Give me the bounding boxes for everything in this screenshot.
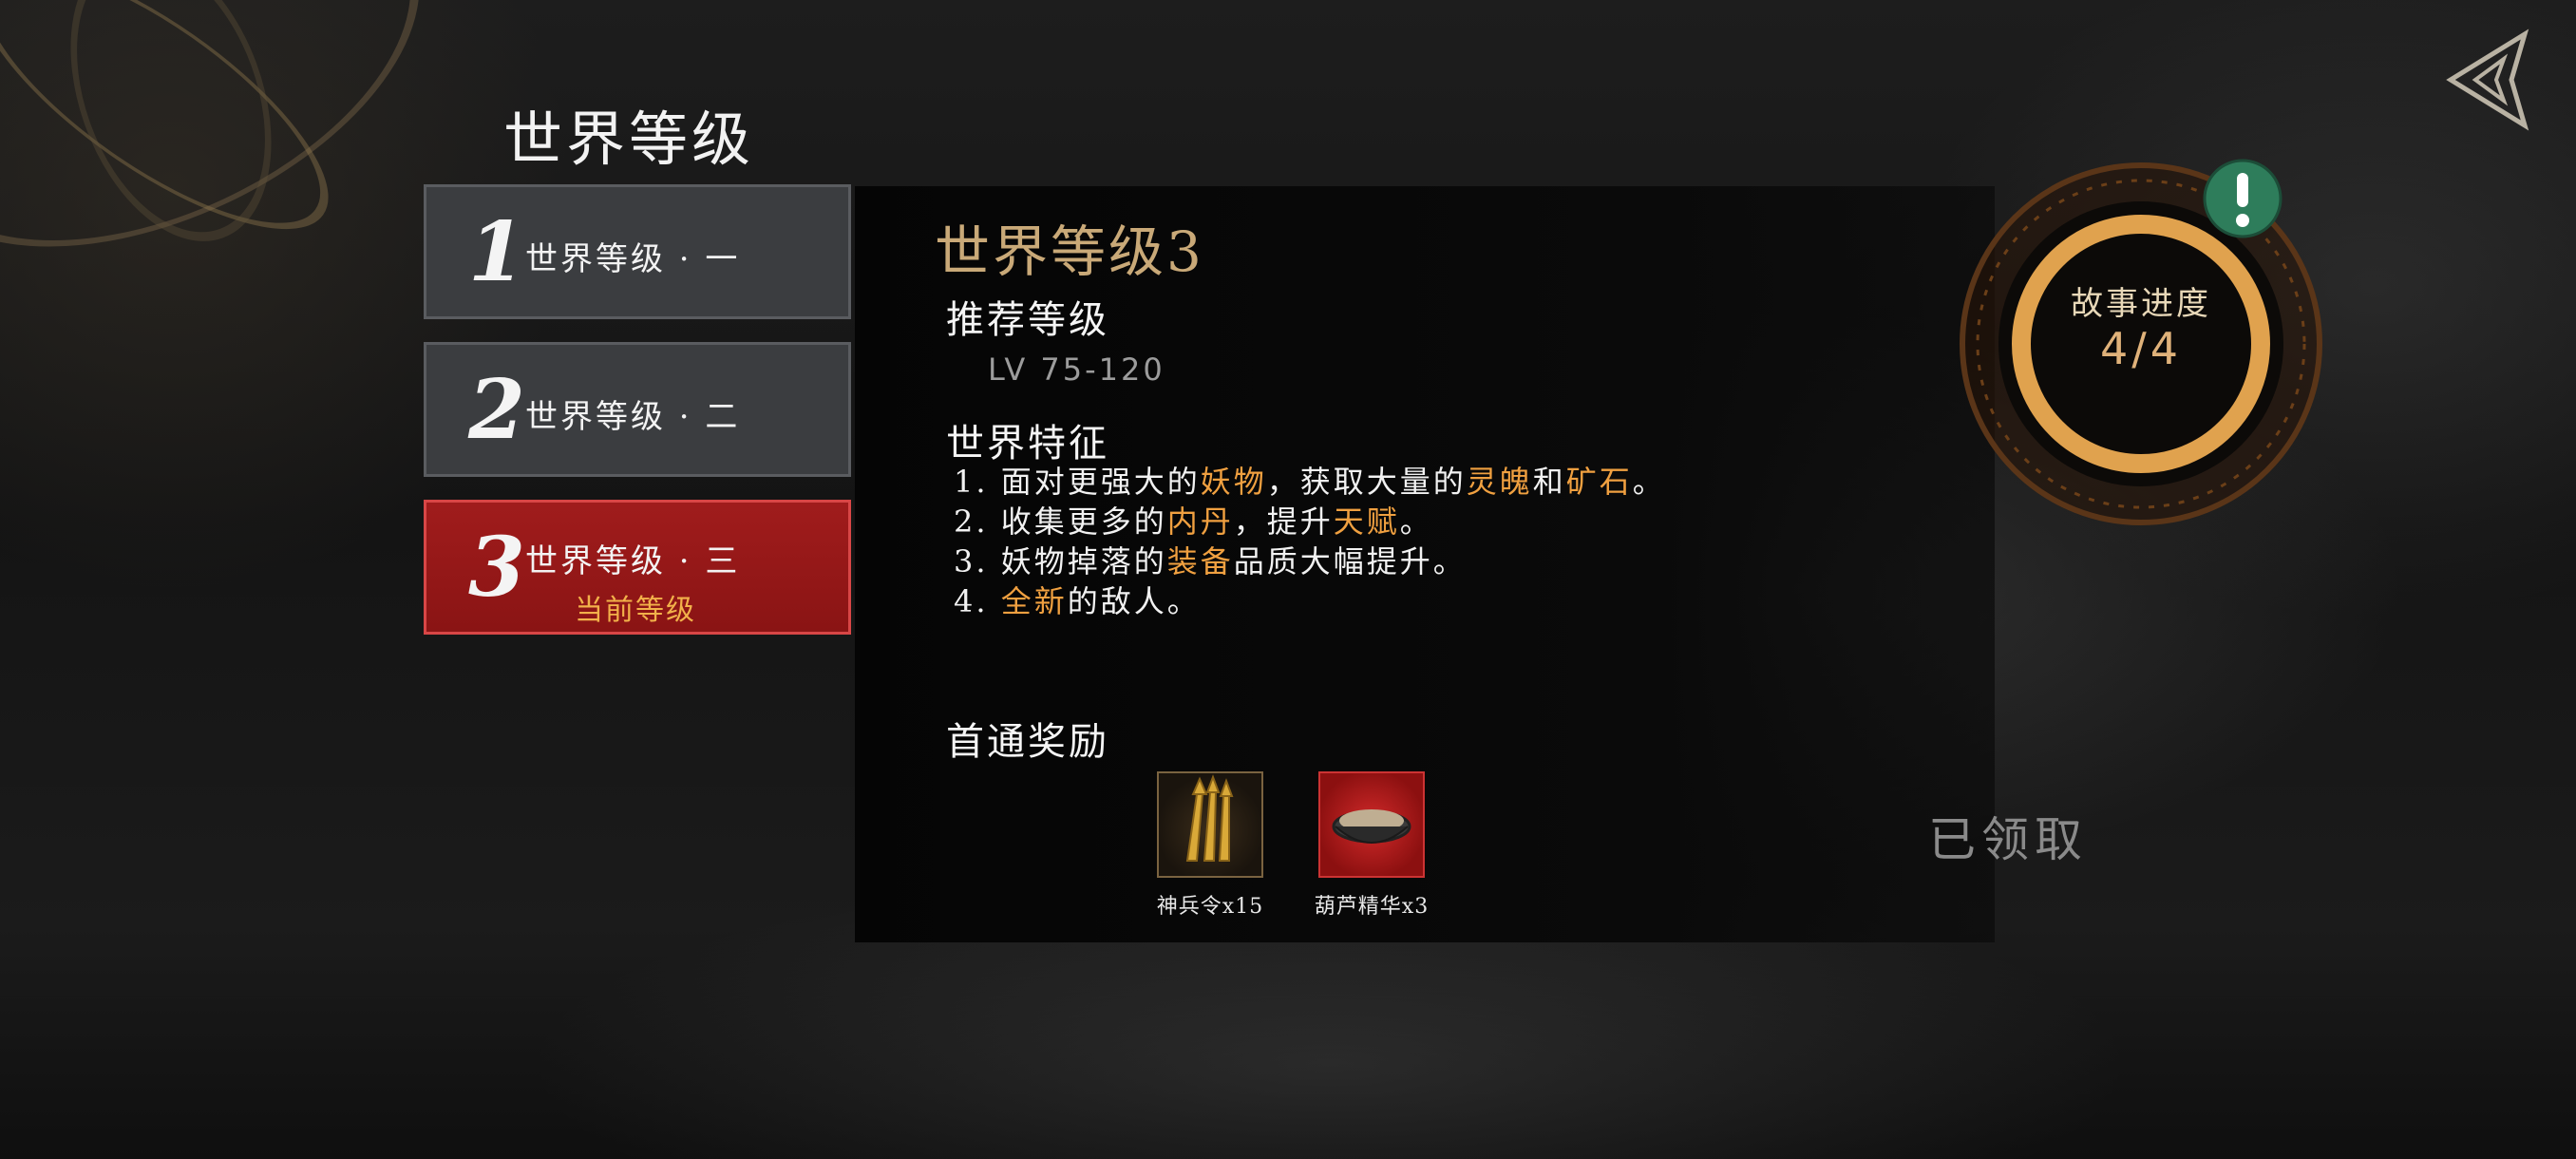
world-level-item-2[interactable]: 2 世界等级 · 二 xyxy=(424,342,851,477)
feature-list: 1. 面对更强大的妖物，获取大量的灵魄和矿石。 2. 收集更多的内丹，提升天赋。… xyxy=(954,462,1666,621)
claimed-status: 已领取 xyxy=(1928,812,2088,867)
level-label: 世界等级 · 三 xyxy=(525,542,741,580)
world-level-item-3[interactable]: 3 世界等级 · 三 当前等级 xyxy=(424,500,851,635)
exclamation-badge-icon[interactable] xyxy=(2202,158,2283,239)
level-number: 2 xyxy=(468,362,525,458)
feature-item: 4. 全新的敌人。 xyxy=(954,583,1201,619)
story-progress-label: 故事进度 xyxy=(2071,285,2211,323)
first-clear-reward-heading: 首通奖励 xyxy=(946,720,1109,764)
reward-item: 神兵令x15 xyxy=(1125,771,1296,920)
reward-name: 神兵令x15 xyxy=(1156,895,1264,919)
golden-arrows-icon[interactable] xyxy=(1157,771,1263,878)
feature-item: 3. 妖物掉落的装备品质大幅提升。 xyxy=(954,543,1467,580)
world-level-list: 1 世界等级 · 一 2 世界等级 · 二 3 世界等级 · 三 当前等级 xyxy=(424,184,851,657)
world-features-heading: 世界特征 xyxy=(946,422,1109,466)
world-level-detail-panel: 世界等级3 推荐等级 LV 75-120 世界特征 1. 面对更强大的妖物，获取… xyxy=(855,186,1995,942)
recommended-level-range: LV 75-120 xyxy=(988,352,1165,388)
current-level-tag: 当前等级 xyxy=(575,594,696,627)
back-arrow-icon[interactable] xyxy=(2437,27,2542,131)
feature-item: 2. 收集更多的内丹，提升天赋。 xyxy=(954,504,1433,540)
level-label: 世界等级 · 一 xyxy=(525,240,741,278)
recommended-level-heading: 推荐等级 xyxy=(946,298,1109,342)
level-number: 3 xyxy=(468,520,525,616)
world-level-item-1[interactable]: 1 世界等级 · 一 xyxy=(424,184,851,319)
level-label: 世界等级 · 二 xyxy=(525,398,741,436)
reward-item: 葫芦精华x3 xyxy=(1286,771,1457,920)
essence-bowl-icon[interactable] xyxy=(1318,771,1425,878)
feature-item: 1. 面对更强大的妖物，获取大量的灵魄和矿石。 xyxy=(954,464,1666,500)
reward-name: 葫芦精华x3 xyxy=(1314,895,1430,919)
level-number: 1 xyxy=(468,204,525,300)
detail-title: 世界等级3 xyxy=(935,219,1204,284)
page-title: 世界等级 xyxy=(503,104,755,174)
story-progress-value: 4/4 xyxy=(2099,323,2183,374)
